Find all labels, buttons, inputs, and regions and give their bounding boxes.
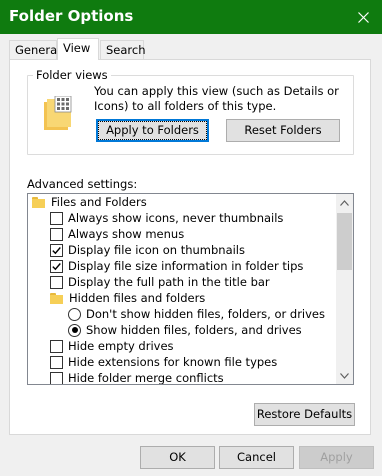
apply-to-folders-label: Apply to Folders	[98, 121, 207, 140]
tree-folder-hidden-files: Hidden files and folders	[50, 290, 205, 306]
radio-button-selected[interactable]	[68, 323, 81, 337]
restore-defaults-button[interactable]: Restore Defaults	[254, 403, 355, 426]
list-item-label: Hide empty drives	[68, 339, 174, 353]
checkbox[interactable]	[50, 355, 63, 369]
checkmark-icon	[52, 262, 61, 270]
list-item-label: Hide folder merge conflicts	[68, 371, 224, 385]
radio-button[interactable]	[68, 307, 81, 321]
ok-button[interactable]: OK	[140, 446, 215, 469]
folder-views-icon	[44, 96, 72, 130]
tab-search[interactable]: Search	[100, 40, 146, 60]
checkbox[interactable]	[50, 227, 63, 241]
close-button[interactable]	[344, 0, 382, 34]
checkbox[interactable]	[50, 275, 63, 289]
checkbox[interactable]	[50, 339, 63, 353]
checkbox-checked[interactable]	[50, 243, 63, 257]
list-item-label: Files and Folders	[51, 195, 147, 209]
tab-view[interactable]: View	[57, 38, 99, 60]
scroll-thumb[interactable]	[337, 213, 352, 270]
list-item-hide-extensions[interactable]: Hide extensions for known file types	[50, 354, 277, 370]
list-item-label: Display file size information in folder …	[68, 259, 304, 273]
checkmark-icon	[52, 246, 61, 254]
window-title: Folder Options	[9, 7, 134, 25]
advanced-settings-list[interactable]: Files and Folders Always show icons, nev…	[27, 193, 354, 385]
list-item-display-file-size[interactable]: Display file size information in folder …	[50, 258, 303, 274]
list-item-label: Hide extensions for known file types	[68, 355, 278, 369]
ok-label: OK	[169, 450, 186, 464]
checkbox-checked[interactable]	[50, 259, 63, 273]
close-icon	[357, 11, 369, 23]
folder-icon	[50, 292, 63, 304]
cancel-label: Cancel	[237, 450, 276, 464]
tab-general-label: General	[15, 43, 61, 57]
list-item-dont-show-hidden[interactable]: Don't show hidden files, folders, or dri…	[68, 306, 325, 322]
apply-label: Apply	[320, 450, 353, 464]
apply-button[interactable]: Apply	[299, 446, 374, 469]
list-item-show-hidden[interactable]: Show hidden files, folders, and drives	[68, 322, 302, 338]
list-item-hide-merge-conflicts[interactable]: Hide folder merge conflicts	[50, 370, 224, 385]
list-item-hide-empty-drives[interactable]: Hide empty drives	[50, 338, 174, 354]
folder-views-label: Folder views	[33, 68, 111, 82]
list-item-always-show-menus[interactable]: Always show menus	[50, 226, 184, 242]
reset-folders-button[interactable]: Reset Folders	[226, 119, 340, 142]
scroll-up-icon	[340, 199, 349, 206]
title-bar: Folder Options	[0, 0, 382, 34]
apply-to-folders-button[interactable]: Apply to Folders	[96, 119, 209, 142]
list-item-label: Display the full path in the title bar	[68, 275, 270, 289]
list-item-display-full-path[interactable]: Display the full path in the title bar	[50, 274, 270, 290]
scroll-down-icon	[340, 372, 349, 379]
cancel-button[interactable]: Cancel	[219, 446, 294, 469]
list-item-always-show-icons[interactable]: Always show icons, never thumbnails	[50, 210, 283, 226]
list-item-label: Always show menus	[68, 227, 185, 241]
reset-folders-label: Reset Folders	[244, 123, 322, 137]
tab-search-label: Search	[106, 43, 146, 57]
folder-icon	[32, 196, 45, 208]
list-item-label: Display file icon on thumbnails	[68, 243, 245, 257]
scroll-down-button[interactable]	[336, 367, 353, 384]
list-item-display-file-icon[interactable]: Display file icon on thumbnails	[50, 242, 245, 258]
vertical-scrollbar[interactable]	[336, 194, 353, 384]
checkbox[interactable]	[50, 211, 63, 225]
list-item-label: Show hidden files, folders, and drives	[86, 323, 302, 337]
advanced-settings-label: Advanced settings:	[27, 177, 138, 191]
tab-general[interactable]: General	[9, 40, 61, 60]
scroll-up-button[interactable]	[336, 194, 353, 211]
tab-view-label: View	[63, 41, 91, 55]
list-item-label: Always show icons, never thumbnails	[68, 211, 284, 225]
tree-folder-files-and-folders: Files and Folders	[32, 194, 147, 210]
restore-defaults-label: Restore Defaults	[256, 407, 353, 421]
checkbox[interactable]	[50, 371, 63, 384]
folder-views-description: You can apply this view (such as Details…	[94, 84, 339, 113]
list-item-label: Hidden files and folders	[69, 291, 206, 305]
list-item-label: Don't show hidden files, folders, or dri…	[86, 307, 326, 321]
